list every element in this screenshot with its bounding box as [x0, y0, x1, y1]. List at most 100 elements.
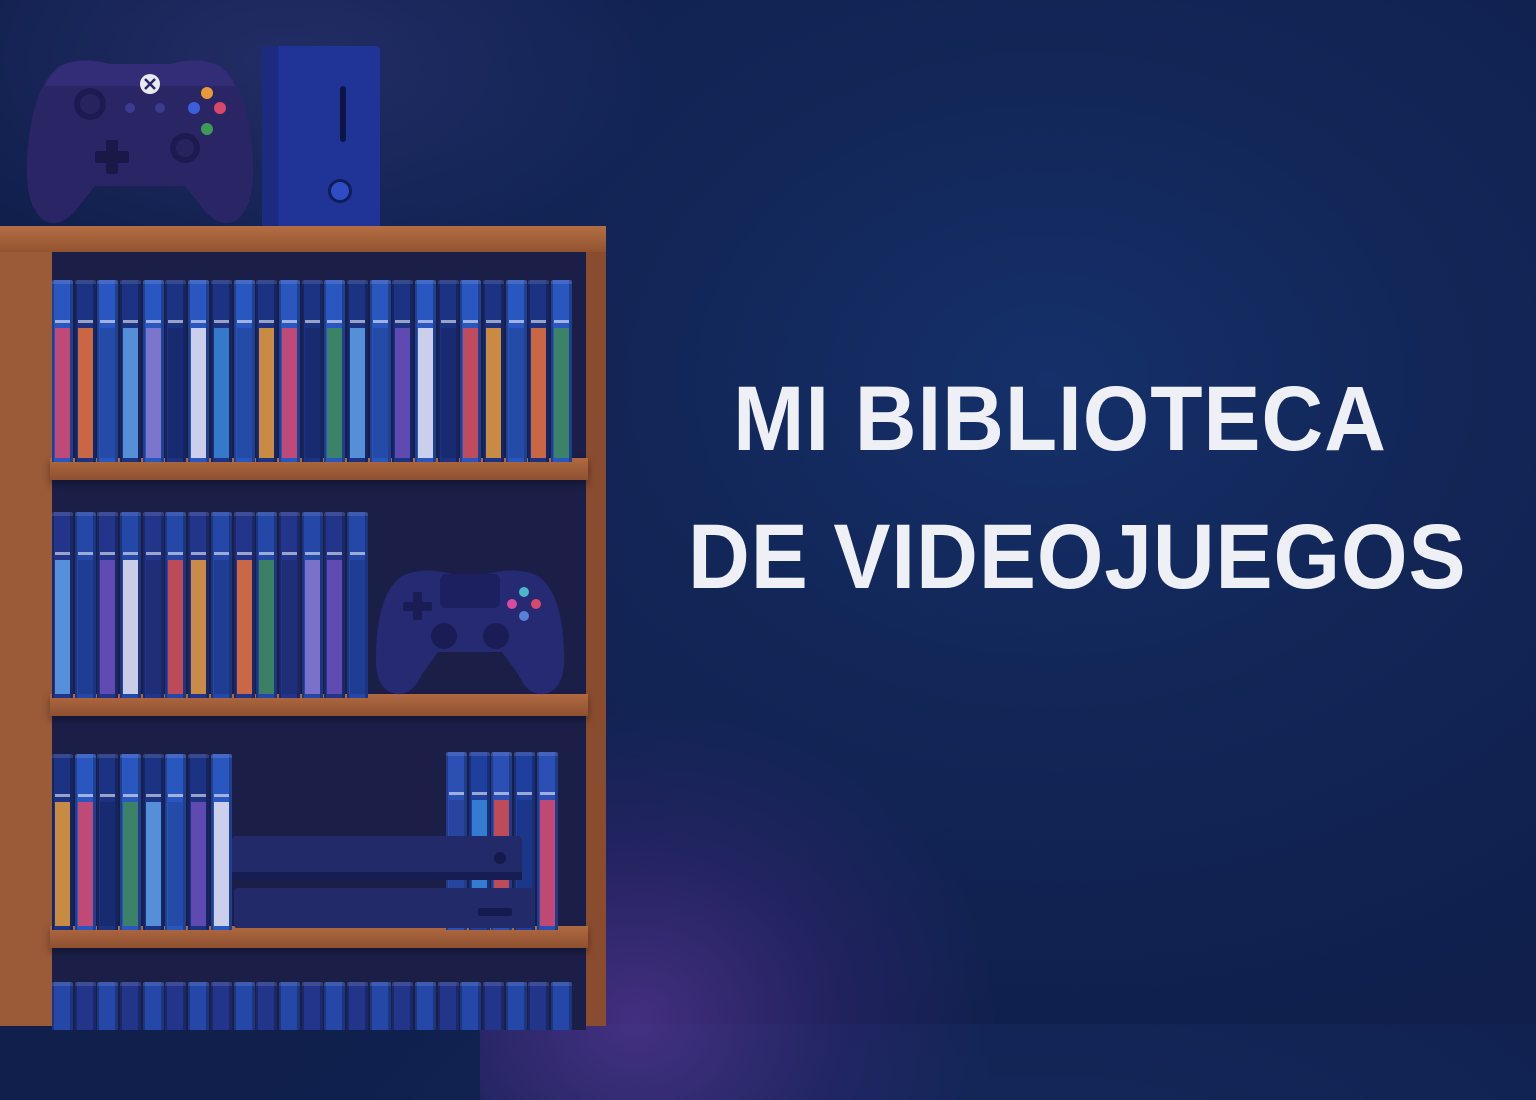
case-label: [213, 794, 229, 797]
game-case: [483, 982, 505, 1030]
game-case: [437, 280, 459, 462]
case-spine-band: [145, 560, 161, 694]
game-case: [551, 982, 573, 1030]
game-case: [536, 752, 558, 930]
case-spine-band: [145, 328, 161, 458]
case-label: [123, 320, 139, 323]
game-row-2: [52, 512, 370, 698]
case-spine-band: [304, 328, 320, 458]
case-label: [281, 552, 297, 555]
game-case: [346, 280, 368, 462]
case-spine-band: [100, 328, 116, 458]
game-case: [324, 982, 346, 1030]
game-case: [233, 982, 255, 1030]
case-spine-band: [123, 560, 139, 694]
game-case: [142, 982, 164, 1030]
case-spine-band: [349, 560, 365, 694]
case-spine-band: [395, 328, 411, 458]
case-spine-band: [349, 328, 365, 458]
game-case: [97, 754, 119, 930]
game-case: [505, 280, 527, 462]
case-label: [55, 794, 70, 797]
case-label: [168, 320, 184, 323]
case-label: [100, 552, 116, 555]
case-label: [471, 792, 487, 795]
case-label: [145, 552, 161, 555]
case-label: [539, 792, 555, 795]
game-case: [415, 982, 436, 1030]
case-spine-band: [77, 328, 93, 458]
case-spine-band: [100, 802, 116, 926]
case-spine-band: [281, 328, 297, 458]
case-spine-band: [304, 560, 320, 694]
game-case: [74, 512, 96, 698]
case-label: [440, 320, 456, 323]
case-spine-band: [213, 560, 229, 694]
case-label: [236, 320, 252, 323]
game-case: [52, 280, 73, 462]
game-case: [210, 982, 232, 1030]
game-case: [460, 982, 482, 1030]
case-label: [327, 552, 343, 555]
case-label: [554, 320, 570, 323]
game-case: [346, 982, 368, 1030]
title-line-1: MI BIBLIOTECA: [733, 368, 1387, 470]
case-label: [213, 552, 229, 555]
case-spine-band: [372, 328, 388, 458]
console-tower-icon: [262, 46, 380, 228]
shelf-left-side: [0, 226, 52, 1026]
case-spine-band: [531, 328, 547, 458]
game-case: [369, 982, 391, 1030]
game-case: [52, 512, 73, 698]
game-case: [52, 982, 73, 1030]
case-label: [508, 320, 524, 323]
game-case: [551, 280, 573, 462]
game-case: [188, 512, 210, 698]
case-label: [191, 320, 207, 323]
case-label: [145, 794, 161, 797]
game-case: [233, 512, 255, 698]
game-case: [165, 512, 187, 698]
case-label: [100, 320, 116, 323]
case-spine-band: [123, 802, 139, 926]
case-label: [304, 552, 320, 555]
game-case: [142, 754, 164, 930]
case-spine-band: [281, 560, 297, 694]
case-label: [449, 792, 464, 795]
case-label: [281, 320, 297, 323]
case-label: [349, 552, 365, 555]
console-power-button: [328, 179, 352, 203]
game-case: [278, 280, 300, 462]
case-spine-band: [77, 560, 93, 694]
case-label: [327, 320, 343, 323]
case-spine-band: [55, 328, 70, 458]
case-spine-band: [463, 328, 479, 458]
game-case: [233, 280, 255, 462]
game-case: [165, 982, 187, 1030]
game-case: [324, 280, 346, 462]
game-case: [97, 280, 119, 462]
game-case: [97, 982, 119, 1030]
game-case: [460, 280, 482, 462]
case-label: [236, 552, 252, 555]
case-label: [77, 552, 93, 555]
game-case: [188, 754, 210, 930]
case-spine-band: [213, 328, 229, 458]
shelf-right-side: [586, 226, 606, 1026]
case-spine-band: [55, 802, 70, 926]
case-label: [123, 794, 139, 797]
case-label: [349, 320, 365, 323]
case-spine-band: [554, 328, 570, 458]
game-case: [483, 280, 505, 462]
game-case: [256, 280, 278, 462]
case-spine-band: [236, 560, 252, 694]
case-spine-band: [418, 328, 433, 458]
case-spine-band: [100, 560, 116, 694]
game-row-4: [52, 982, 574, 1030]
game-case: [52, 754, 73, 930]
case-label: [77, 320, 93, 323]
case-spine-band: [440, 328, 456, 458]
game-case: [346, 512, 368, 698]
game-case: [301, 982, 323, 1030]
game-case: [528, 982, 550, 1030]
